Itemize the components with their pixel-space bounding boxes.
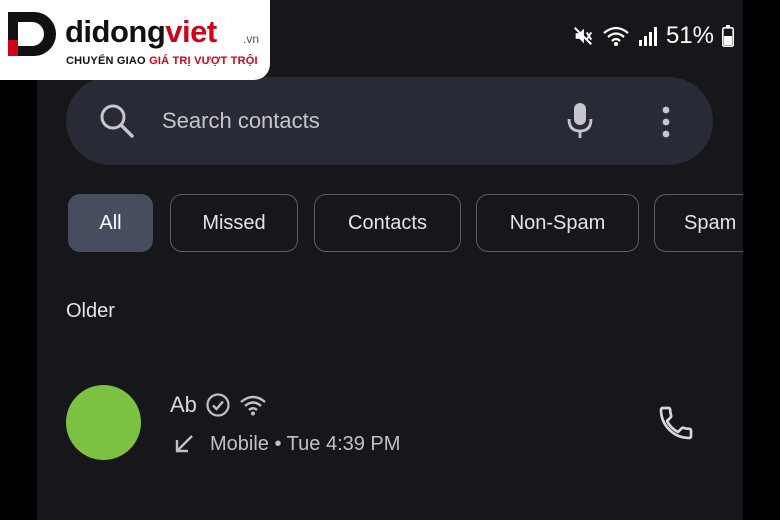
section-header: Older [66,300,115,322]
wifi-icon [603,26,629,46]
mic-icon[interactable] [566,101,594,141]
search-bar[interactable]: Search contacts [66,77,713,165]
signal-icon [638,27,657,46]
filter-chip-all[interactable]: All [68,194,153,252]
status-bar: 51% [572,22,734,50]
battery-percent: 51% [665,22,714,49]
call-name-row[interactable]: Ab [170,392,267,418]
incoming-arrow-icon [175,435,193,453]
verified-icon [206,393,230,417]
brand-suffix: .vn [243,32,260,46]
brand-name: didongviet [65,14,217,49]
watermark: didongviet .vn CHUYỂN GIAO GIÁ TRỊ VƯỢT … [0,0,270,80]
avatar[interactable] [66,385,141,460]
call-detail: Mobile • Tue 4:39 PM [210,432,401,455]
mute-icon [573,27,592,45]
filter-chip-contacts[interactable]: Contacts [314,194,461,252]
contact-name: Ab [170,392,197,417]
phone-icon[interactable] [656,403,696,443]
search-input[interactable]: Search contacts [162,108,320,134]
brand-logo-icon [8,12,56,56]
more-vert-icon[interactable] [656,105,676,139]
battery-icon [722,25,734,47]
filter-chip-spam[interactable]: Spam [654,194,743,252]
search-icon[interactable] [98,102,136,140]
wifi-calling-icon [240,395,266,416]
brand-tagline: CHUYỂN GIAO GIÁ TRỊ VƯỢT TRỘI [66,55,258,67]
right-letterbox [743,0,780,520]
filter-chip-missed[interactable]: Missed [170,194,298,252]
call-detail-row: Mobile • Tue 4:39 PM [172,432,400,456]
filter-chip-non-spam[interactable]: Non-Spam [476,194,639,252]
